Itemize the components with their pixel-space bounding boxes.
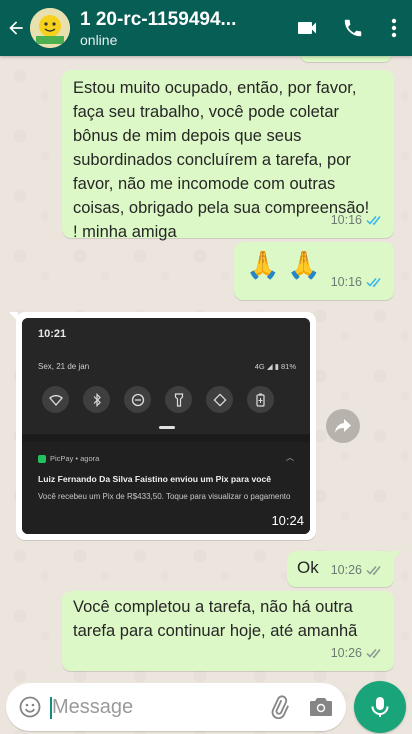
phone-icon [344,19,362,37]
back-button[interactable] [2,0,30,56]
bubble-tail [9,312,18,322]
battery-saver-icon [247,386,274,413]
forward-button[interactable] [326,409,360,443]
wifi-icon [42,386,69,413]
forward-icon [335,419,351,433]
voice-call-button[interactable] [330,0,376,56]
back-arrow-icon [9,21,23,35]
image-status-bar: 4G ◢ ▮ 81% [255,362,296,371]
image-clock: 10:21 [38,328,67,340]
chevron-up-icon: ︿ [286,453,294,462]
message-time: 10:24 [271,513,304,528]
avatar[interactable] [30,8,70,48]
message-meta: 10:16 [331,208,384,232]
message-time: 10:26 [330,646,362,660]
payment-notification: PicPay • agora ︿ Luiz Fernando Da Silva … [22,442,310,534]
notification-body: Você recebeu um Pix de R$433,50. Toque p… [38,492,291,501]
notification-app-row: PicPay • agora [38,454,99,463]
message-bubble-outgoing[interactable]: Você completou a tarefa, não há outra ta… [62,591,394,671]
message-meta: 10:16 [331,270,384,294]
notification-title: Luiz Fernando Da Silva Faistino enviou u… [38,474,272,484]
flashlight-icon [165,386,192,413]
video-call-button[interactable] [284,0,330,56]
do-not-disturb-icon [124,386,151,413]
more-options-button[interactable] [376,0,412,56]
avatar-image [30,8,70,48]
more-vert-icon [391,18,397,38]
message-time: 10:16 [330,213,362,227]
chat-status: online [80,31,118,48]
battery-label: 81% [280,362,296,371]
auto-rotate-icon [206,386,233,413]
message-input[interactable]: Message [50,696,258,719]
battery-icon: ▮ [274,362,279,371]
video-call-icon [298,22,316,34]
mic-icon [371,697,389,717]
read-ticks-icon [366,216,381,226]
message-time: 10:16 [330,275,362,289]
attach-button[interactable] [258,683,300,731]
emoji-button[interactable] [8,683,52,731]
attach-icon [271,695,289,719]
message-composer: Message [6,683,346,731]
message-time: 10:26 [330,563,362,577]
message-meta: 10:26 [331,558,384,582]
message-bubble-outgoing[interactable]: Ok 10:26 [287,551,401,587]
chat-title: 1 20-rc-1159494... [80,8,237,30]
delivered-ticks-icon [366,566,381,576]
contact-info[interactable]: 1 20-rc-1159494... online [80,9,258,48]
bubble-tail [392,551,401,561]
picpay-app-icon [38,454,46,463]
message-text: Você completou a tarefa, não há outra ta… [73,598,358,640]
image-attachment[interactable]: 10:21 Sex, 21 de jan 4G ◢ ▮ 81% PicPay •… [22,318,310,534]
message-bubble-outgoing[interactable]: Estou muito ocupado, então, por favor, f… [62,70,394,241]
signal-icon: ◢ [266,362,273,371]
quick-settings-panel: 10:21 Sex, 21 de jan 4G ◢ ▮ 81% [22,318,310,434]
notification-app: PicPay • agora [50,454,100,463]
voice-message-button[interactable] [354,681,406,733]
chat-header: 1 20-rc-1159494... online [0,0,412,56]
camera-button[interactable] [300,683,342,731]
read-ticks-icon [366,278,381,288]
camera-icon [310,698,332,716]
delivered-ticks-icon [366,649,381,659]
emoji-icon [19,696,41,718]
drag-handle [159,426,175,429]
network-label: 4G [254,362,265,371]
image-date: Sex, 21 de jan [38,362,90,371]
message-bubble-outgoing[interactable]: 🙏 🙏 10:16 [234,242,394,300]
bluetooth-icon [83,386,110,413]
message-meta: 10:26 [331,641,384,665]
